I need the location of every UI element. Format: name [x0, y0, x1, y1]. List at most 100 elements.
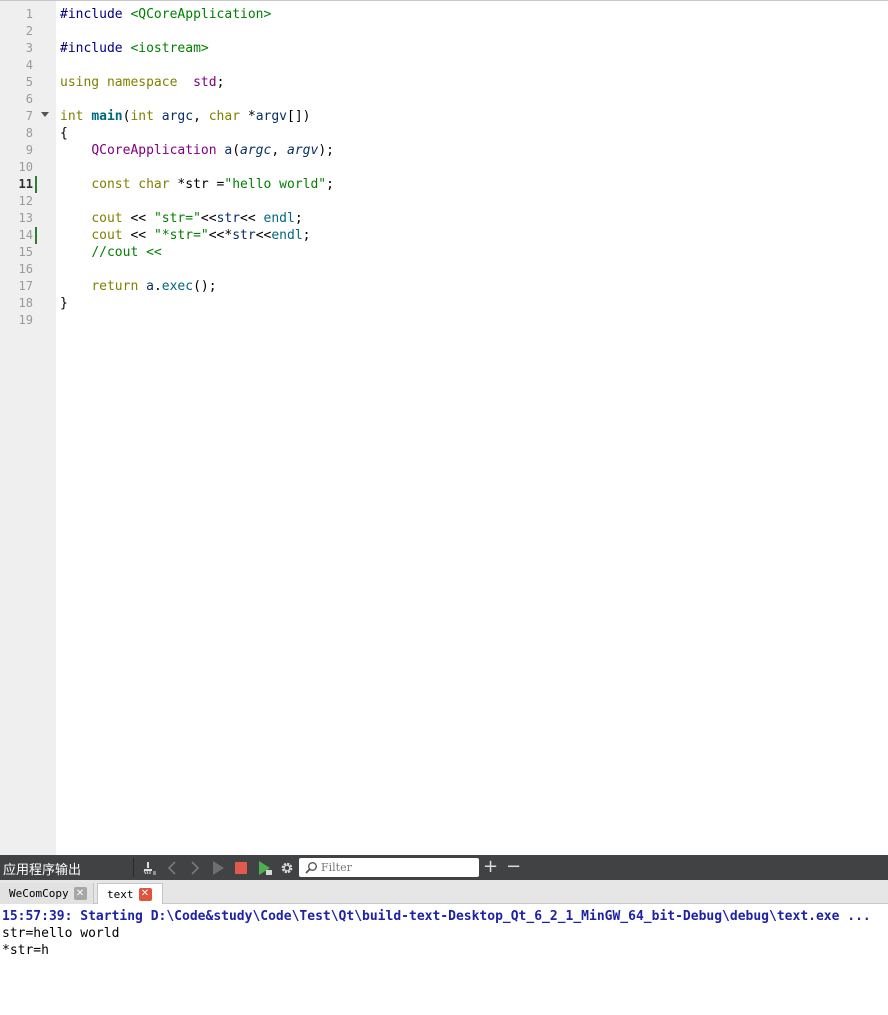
code-line-13: cout << "str="<<str<< endl;: [60, 210, 303, 227]
code-line-9: QCoreApplication a(argc, argv);: [60, 142, 334, 159]
variable: a: [146, 279, 154, 294]
keyword: using: [60, 75, 100, 90]
line-number-gutter: 1 2 3 4 5 6 7 8 9 10 11 12 13 14 15 16 1…: [0, 1, 56, 856]
add-icon[interactable]: +: [482, 856, 499, 877]
string-literal: "str=": [153, 211, 201, 226]
punctuation: );: [318, 143, 334, 158]
keyword: int: [60, 109, 84, 124]
output-pane-toolbar: 应用程序输出 Filter + −: [0, 855, 888, 880]
parameter: argc: [161, 109, 194, 124]
function-name: main: [91, 109, 123, 124]
output-line: str=hello world: [2, 926, 120, 941]
fold-arrow-icon[interactable]: [41, 112, 49, 117]
preprocessor-directive: #include: [60, 7, 131, 22]
output-line: *str=h: [2, 943, 49, 958]
operator: <<*: [208, 228, 233, 243]
line-number: 10: [18, 160, 33, 174]
current-line-number: 11: [18, 177, 33, 191]
operator: <<: [200, 211, 217, 226]
next-icon[interactable]: [186, 859, 203, 876]
modified-line-marker: [35, 176, 37, 193]
clean-icon[interactable]: [141, 859, 158, 876]
line-number: 18: [18, 296, 33, 310]
keyword: char: [208, 109, 241, 124]
identifier-cout: cout: [91, 228, 123, 243]
line-number: 9: [25, 143, 33, 157]
string-literal: "*str=": [153, 228, 209, 243]
namespace-name: std: [193, 75, 217, 90]
line-number: 3: [25, 41, 33, 55]
code-line-1: #include <QCoreApplication>: [60, 6, 271, 23]
close-icon[interactable]: ✕: [73, 887, 87, 900]
operator: <<: [122, 211, 154, 226]
stop-icon[interactable]: [232, 859, 249, 876]
output-pane-title: 应用程序输出: [3, 863, 82, 878]
minus-icon[interactable]: −: [505, 856, 522, 877]
operator: <<: [240, 211, 264, 226]
line-number: 17: [18, 279, 33, 293]
line-number: 15: [18, 245, 33, 259]
punctuation: ;: [294, 211, 303, 226]
include-header: <iostream>: [130, 41, 209, 56]
settings-icon[interactable]: [278, 859, 295, 876]
keyword: namespace: [106, 75, 178, 90]
code-line-7: int main(int argc, char *argv[]): [60, 108, 311, 125]
class-name: QCoreApplication: [91, 143, 217, 158]
keyword: char: [138, 177, 170, 192]
code-line-11: const char *str ="hello world";: [60, 176, 334, 193]
line-number: 2: [25, 24, 33, 38]
tab-text[interactable]: text ✕: [97, 883, 163, 904]
code-editor[interactable]: 1 2 3 4 5 6 7 8 9 10 11 12 13 14 15 16 1…: [0, 0, 888, 856]
punctuation: *: [240, 109, 256, 124]
toolbar-divider: [133, 858, 134, 877]
code-line-8: {: [60, 126, 68, 141]
code-line-5: using namespace std;: [60, 74, 224, 91]
code-line-18: }: [60, 296, 68, 311]
comment: //cout <<: [91, 245, 162, 260]
line-number: 16: [18, 262, 33, 276]
punctuation: ,: [193, 109, 209, 124]
filter-icon: [305, 861, 318, 874]
line-number: 14: [18, 228, 33, 242]
string-literal: "hello world": [224, 177, 327, 192]
line-number: 12: [18, 194, 33, 208]
line-number: 13: [18, 211, 33, 225]
include-header: <QCoreApplication>: [130, 7, 272, 22]
keyword: return: [91, 279, 139, 294]
prev-icon[interactable]: [163, 859, 180, 876]
run-icon[interactable]: [210, 859, 227, 876]
keyword: const: [91, 177, 131, 192]
output-line-start: 15:57:39: Starting D:\Code&study\Code\Te…: [2, 909, 871, 924]
punctuation: ,: [271, 143, 287, 158]
line-number: 4: [25, 58, 33, 72]
punctuation: ();: [193, 279, 217, 294]
parameter: argc: [240, 143, 272, 158]
application-output[interactable]: 15:57:39: Starting D:\Code&study\Code\Te…: [0, 904, 888, 1015]
line-number: 19: [18, 313, 33, 327]
punctuation: []): [287, 109, 311, 124]
debug-run-icon[interactable]: [256, 859, 273, 876]
line-number: 8: [25, 126, 33, 140]
operator: <<: [122, 228, 154, 243]
parameter: argv: [287, 143, 319, 158]
code-line-15: //cout <<: [60, 244, 162, 261]
filter-input[interactable]: Filter: [299, 858, 479, 877]
identifier-endl: endl: [271, 228, 303, 243]
variable: str: [232, 228, 256, 243]
punctuation: .: [153, 279, 162, 294]
tab-wecomcopy[interactable]: WeComCopy ✕: [0, 883, 94, 904]
line-number: 5: [25, 75, 33, 89]
line-number: 6: [25, 92, 33, 106]
keyword: int: [130, 109, 154, 124]
tab-label: WeComCopy: [9, 887, 69, 900]
code-text: *str =: [169, 177, 225, 192]
code-line-14: cout << "*str="<<*str<<endl;: [60, 227, 310, 244]
identifier-endl: endl: [263, 211, 295, 226]
code-line-17: return a.exec();: [60, 278, 217, 295]
modified-line-marker: [35, 227, 37, 244]
variable: str: [216, 211, 241, 226]
filter-placeholder: Filter: [321, 861, 352, 874]
punctuation: ;: [216, 75, 225, 90]
tab-label: text: [107, 887, 134, 901]
close-icon[interactable]: ✕: [138, 887, 152, 901]
